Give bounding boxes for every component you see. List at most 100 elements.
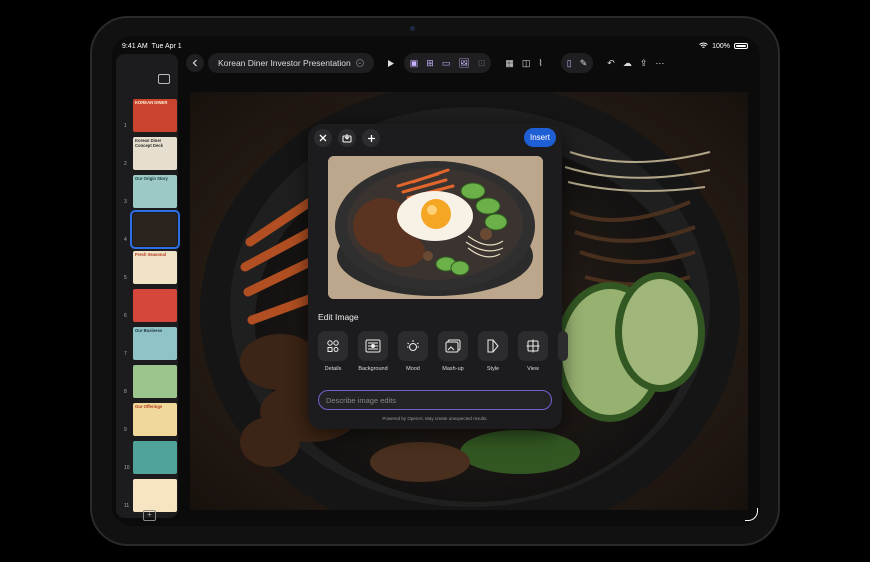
slide-thumbnail[interactable]: Our Offerings (133, 403, 177, 436)
slide-thumbnail-title: Our Origin Story (135, 176, 168, 181)
share-icon[interactable]: ⇪ (640, 58, 648, 69)
play-button[interactable] (382, 54, 400, 72)
format-icon[interactable]: ▯ (567, 58, 572, 69)
sidebar-toggle-icon[interactable] (158, 74, 170, 84)
slide-thumbnail-title: Our Business (135, 328, 163, 333)
status-date: Tue Apr 1 (151, 42, 182, 50)
slide-thumbnail[interactable]: Fresh Seasonal (133, 251, 177, 284)
import-button[interactable] (338, 129, 356, 147)
slide-number: 11 (124, 503, 130, 509)
mood-icon (398, 331, 428, 361)
slide-thumbnail-title: KOREAN DINER (135, 100, 168, 105)
battery-icon (734, 43, 748, 49)
more-insert-icon[interactable]: ⊡ (478, 58, 486, 69)
tool-details[interactable]: Details (318, 331, 348, 372)
plus-icon (367, 134, 375, 142)
status-bar: 9:41 AM Tue Apr 1 100% (122, 40, 748, 52)
slide-number: 2 (124, 161, 127, 167)
slide-thumbnail-title: Our Offerings (135, 404, 163, 409)
more-icon[interactable]: ⋯ (655, 58, 664, 69)
edit-image-panel: Insert Edit Image Details Background Moo… (308, 124, 568, 429)
mashup-icon (438, 331, 468, 361)
describe-image-edits-placeholder: Describe image edits (326, 395, 397, 405)
insert-image-icon[interactable]: 🖼 (458, 58, 469, 69)
slide-thumbnail[interactable]: Our Origin Story (133, 175, 177, 208)
status-time: 9:41 AM (122, 42, 148, 50)
insert-table-icon[interactable]: ▭ (442, 58, 451, 69)
slide-thumbnail[interactable]: Korean Diner Concept Deck (133, 137, 177, 170)
slide-thumbnail-title: Korean Diner Concept Deck (135, 138, 163, 148)
tool-mood-label: Mood (406, 366, 420, 372)
insert-button[interactable]: Insert (524, 128, 556, 147)
slide-number: 5 (124, 275, 127, 281)
edit-image-heading: Edit Image (318, 312, 359, 322)
format-tools-group: ▯ ✎ (560, 53, 594, 73)
slide-number: 6 (124, 313, 127, 319)
slide-number: 1 (124, 123, 127, 129)
ipad-screen: 9:41 AM Tue Apr 1 100% 1 KOREAN DINER 2 Kor… (112, 36, 760, 526)
back-button[interactable] (186, 54, 204, 72)
slide-thumbnail-title: Fresh Seasonal (135, 252, 166, 257)
document-title-text: Korean Diner Investor Presentation (218, 58, 351, 68)
shapes-icon[interactable]: ◫ (522, 58, 531, 69)
document-title[interactable]: Korean Diner Investor Presentation ⌄ (208, 53, 374, 73)
slide-thumbnail[interactable] (133, 441, 177, 474)
tool-more-partial[interactable] (558, 331, 568, 372)
slide-navigator: 1 KOREAN DINER 2 Korean Diner Concept Deck 3… (116, 54, 180, 521)
style-icon (478, 331, 508, 361)
tool-view-label: View (527, 366, 539, 372)
wifi-icon (699, 42, 708, 51)
panel-top-actions (314, 129, 380, 147)
slide-number: 7 (124, 351, 127, 357)
slide-number: 10 (124, 465, 130, 471)
insert-media-icon[interactable]: ⊞ (426, 58, 434, 69)
describe-image-edits-input[interactable]: Describe image edits (318, 390, 552, 410)
view-icon (518, 331, 548, 361)
background-icon (358, 331, 388, 361)
chevron-left-icon (192, 59, 197, 67)
close-button[interactable] (314, 129, 332, 147)
play-icon (388, 59, 395, 67)
tool-mashup-label: Mash-up (442, 366, 464, 372)
slide-thumbnail[interactable]: Our Business (133, 327, 177, 360)
tool-background-label: Background (358, 366, 388, 372)
undo-icon[interactable]: ↶ (607, 58, 615, 69)
camera-icon (410, 26, 415, 31)
add-button[interactable] (362, 129, 380, 147)
slide-thumbnail[interactable] (133, 289, 177, 322)
image-preview (328, 156, 543, 299)
bibimbap-preview-image (328, 156, 543, 299)
tool-mashup[interactable]: Mash-up (438, 331, 468, 372)
paintbrush-icon[interactable]: ✎ (580, 58, 588, 69)
actions-group: ↶ ☁ ⇪ ⋯ (601, 53, 670, 73)
edit-tools-row: Details Background Mood Mash-up Style Vi… (318, 331, 568, 372)
object-tools-group: ▦ ◫ ⌇ (499, 53, 548, 73)
insert-text-icon[interactable]: ▣ (410, 58, 419, 69)
tool-view[interactable]: View (518, 331, 548, 372)
slide-number: 3 (124, 199, 127, 205)
slide-thumbnail[interactable] (133, 479, 177, 512)
tool-style-label: Style (486, 366, 500, 372)
details-icon (318, 331, 348, 361)
insert-tools-group: ▣ ⊞ ▭ 🖼 ⊡ (403, 53, 492, 73)
tool-style[interactable]: Style (478, 331, 508, 372)
add-slide-button[interactable]: + (143, 510, 156, 521)
tool-mood[interactable]: Mood (398, 331, 428, 372)
import-icon (342, 134, 352, 143)
chevron-down-icon: ⌄ (355, 59, 364, 67)
slide-thumbnail[interactable] (133, 365, 177, 398)
tool-background[interactable]: Background (358, 331, 388, 372)
battery-percent: 100% (712, 42, 730, 50)
powered-by-note: Powered by OpenAI. May create unexpected… (382, 416, 488, 421)
collaborate-icon[interactable]: ☁ (623, 58, 632, 69)
close-icon (319, 134, 327, 142)
tool-details-label: Details (324, 366, 342, 372)
table-icon[interactable]: ▦ (505, 58, 514, 69)
slide-number: 8 (124, 389, 127, 395)
slide-thumbnail[interactable]: KOREAN DINER (133, 99, 177, 132)
slide-thumbnail[interactable] (130, 210, 180, 249)
more-tool-icon (558, 331, 568, 361)
attachment-icon[interactable]: ⌇ (538, 58, 542, 69)
slide-number: 4 (124, 237, 127, 243)
toolbar: Korean Diner Investor Presentation ⌄ ▣ ⊞… (186, 52, 754, 74)
